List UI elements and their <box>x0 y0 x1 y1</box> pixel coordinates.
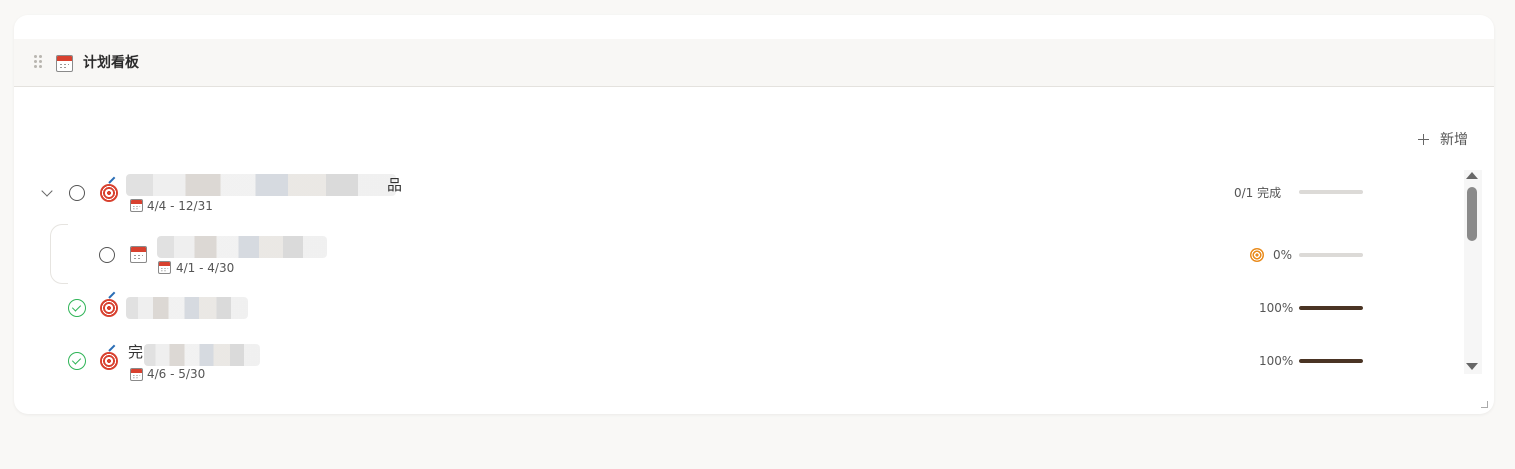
calendar-icon <box>158 261 171 274</box>
redacted-title <box>126 174 396 196</box>
calendar-icon <box>130 368 143 381</box>
target-icon <box>100 184 118 202</box>
progress-bar <box>1299 359 1363 363</box>
calendar-icon <box>56 55 73 72</box>
item-title-head: 完 <box>128 343 144 361</box>
check-circle-icon[interactable] <box>68 352 86 370</box>
drag-handle-icon[interactable] <box>34 55 42 69</box>
calendar-icon <box>130 246 147 263</box>
status-circle-icon[interactable] <box>69 185 85 201</box>
progress-bar <box>1299 306 1363 310</box>
plus-icon <box>1418 134 1429 145</box>
add-button[interactable]: 新增 <box>1418 129 1468 151</box>
redacted-title <box>157 236 327 258</box>
add-button-label: 新增 <box>1440 132 1468 148</box>
scroll-up-arrow-icon[interactable] <box>1466 172 1478 179</box>
redacted-title <box>126 297 248 319</box>
calendar-icon <box>130 199 143 212</box>
scroll-down-arrow-icon[interactable] <box>1466 363 1478 370</box>
scrollbar-thumb[interactable] <box>1467 187 1477 241</box>
status-circle-icon[interactable] <box>99 247 115 263</box>
item-status: 100% <box>1259 301 1294 315</box>
item-date: 4/1 - 4/30 <box>176 261 235 275</box>
item-title-tail: 品 <box>387 176 403 194</box>
item-status: 0/1 完成 <box>1234 186 1282 200</box>
progress-bar <box>1299 253 1363 257</box>
chevron-down-icon[interactable] <box>41 185 53 197</box>
item-status: 0% <box>1273 248 1293 262</box>
item-date: 4/4 - 12/31 <box>147 199 213 213</box>
check-circle-icon[interactable] <box>68 299 86 317</box>
target-icon <box>100 299 118 317</box>
progress-bar <box>1299 190 1363 194</box>
panel-header: 计划看板 <box>14 39 1494 87</box>
target-icon <box>100 352 118 370</box>
redacted-title <box>144 344 260 366</box>
subitem-group-indent <box>50 224 68 284</box>
progress-fill <box>1299 359 1363 363</box>
resize-handle-icon[interactable] <box>1481 401 1488 408</box>
progress-fill <box>1299 306 1363 310</box>
item-date: 4/6 - 5/30 <box>147 367 206 381</box>
target-icon <box>1250 248 1264 262</box>
plan-board-card: 计划看板 新增 品 4/4 - 12/31 0/1 完成 4/1 - 4/30 … <box>14 15 1494 414</box>
item-status: 100% <box>1259 354 1294 368</box>
panel-title: 计划看板 <box>83 55 139 71</box>
